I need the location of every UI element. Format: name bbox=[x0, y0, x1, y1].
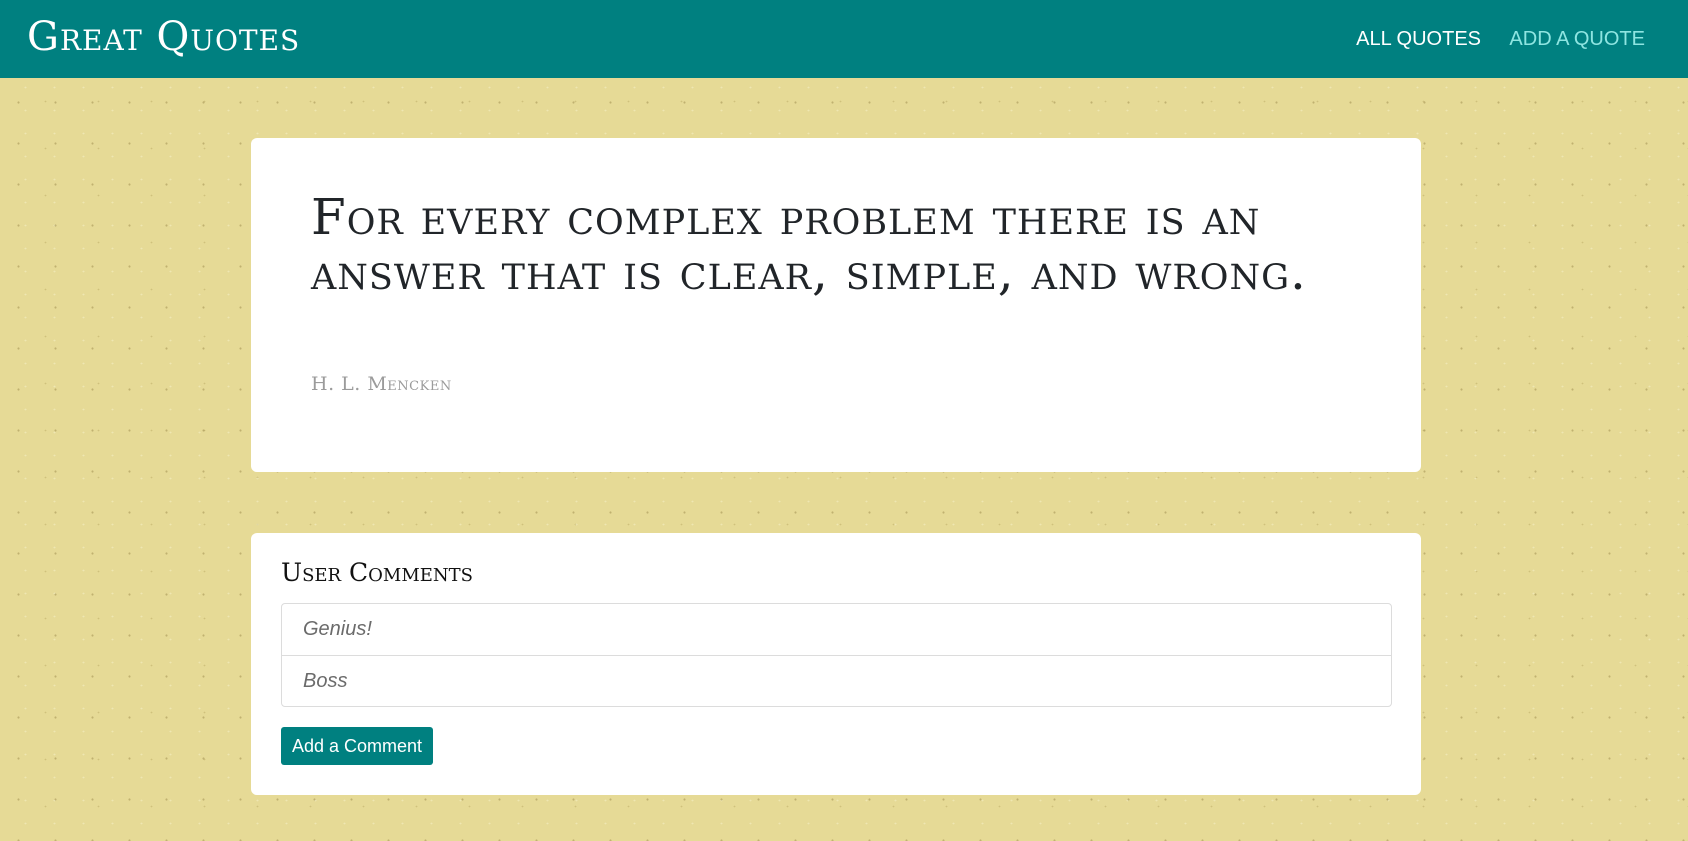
nav-link-all-quotes[interactable]: ALL QUOTES bbox=[1356, 27, 1481, 51]
comments-card: User Comments Genius! Boss Add a Comment bbox=[251, 533, 1421, 795]
comment-item: Boss bbox=[282, 655, 1391, 706]
comments-title: User Comments bbox=[281, 558, 474, 587]
quote-text: For every complex problem there is an an… bbox=[311, 188, 1307, 301]
add-comment-button[interactable]: Add a Comment bbox=[281, 727, 434, 765]
quote-card: For every complex problem there is an an… bbox=[251, 138, 1421, 472]
navbar: Great Quotes ALL QUOTES ADD A QUOTE bbox=[0, 0, 1688, 78]
comment-list: Genius! Boss bbox=[281, 603, 1392, 707]
brand-logo[interactable]: Great Quotes bbox=[27, 12, 300, 62]
comment-item: Genius! bbox=[303, 618, 372, 640]
nav-link-add-quote[interactable]: ADD A QUOTE bbox=[1509, 27, 1645, 51]
quote-author: H. L. Mencken bbox=[311, 373, 452, 395]
